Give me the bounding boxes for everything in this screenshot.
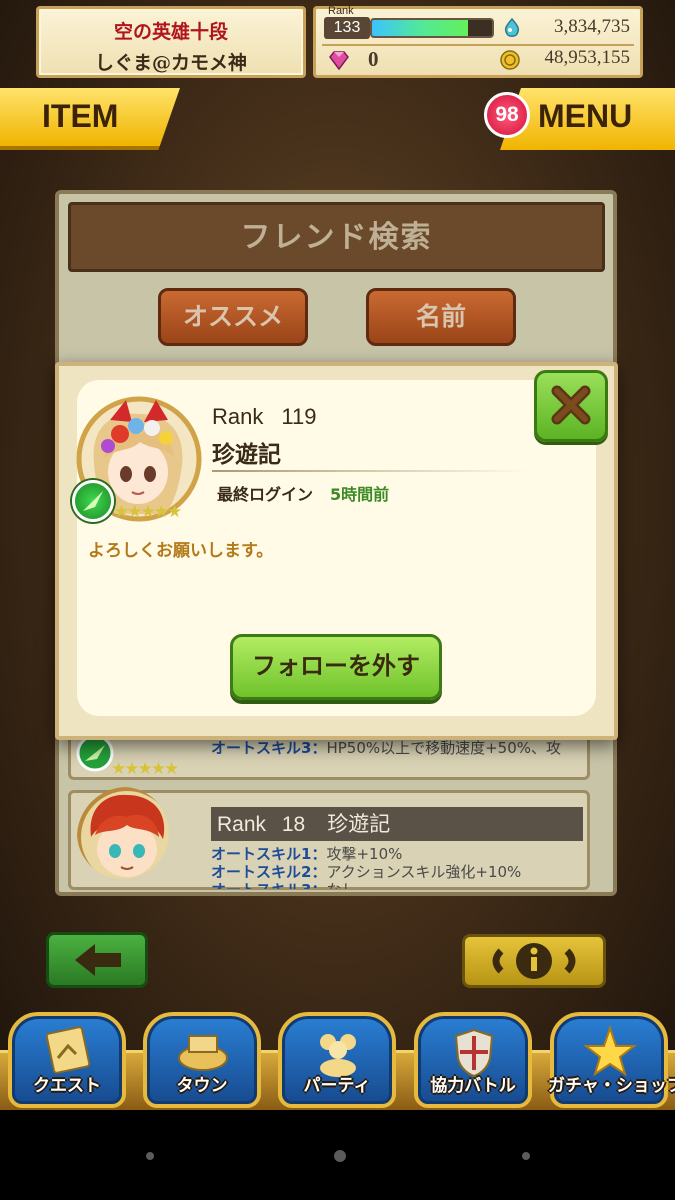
back-button[interactable] [46, 932, 148, 988]
auto-skill-3: オートスキル3：なし [211, 879, 356, 889]
status-panel: Rank 133 3,834,735 0 48,953,155 [313, 5, 643, 78]
unfollow-button[interactable]: フォローを外す [230, 634, 442, 700]
coin-icon [500, 50, 520, 70]
player-name: しぐま@カモメ神 [94, 52, 247, 74]
coin-value: 48,953,155 [544, 47, 631, 68]
nav-party-label: パーティ [303, 1076, 371, 1096]
last-login-value: 5時間前 [330, 485, 390, 504]
popup-divider [212, 470, 528, 472]
last-login-label: 最終ログイン [217, 485, 314, 504]
system-back-button[interactable] [146, 1152, 154, 1160]
friend-search-title: フレンド検索 [68, 202, 605, 272]
nav-coop-battle[interactable]: 協力バトル [414, 1012, 532, 1108]
item-button[interactable]: ITEM [0, 88, 180, 150]
tab-name-search[interactable]: 名前 [366, 288, 516, 346]
friend-rank: Rank 119 [212, 404, 317, 429]
exp-bar [370, 18, 494, 38]
friend-message: よろしくお願いします。 [88, 541, 274, 561]
exp-bar-fill [372, 20, 468, 36]
nav-party[interactable]: パーティ [278, 1012, 396, 1108]
stamina-value: 3,834,735 [554, 16, 630, 37]
nav-quest-label: クエスト [33, 1076, 101, 1096]
wind-attribute-icon [72, 480, 114, 522]
player-title-plate: 空の英雄十段 しぐま@カモメ神 [36, 6, 306, 78]
friend-rank-name-bar: Rank 18 珍遊記 [211, 807, 583, 841]
system-recents-button[interactable] [522, 1152, 530, 1160]
status-divider [322, 44, 634, 46]
nav-coop-battle-label: 協力バトル [430, 1076, 516, 1096]
rarity-stars: ★★★★★ [111, 759, 179, 779]
gem-icon [329, 51, 349, 71]
system-home-button[interactable] [334, 1150, 346, 1162]
auto-skill-3: オートスキル3：HP50%以上で移動速度+50%、攻 [211, 739, 562, 757]
tab-recommended[interactable]: オススメ [158, 288, 308, 346]
item-button-label: ITEM [42, 98, 119, 134]
player-rank: 133 [324, 17, 370, 39]
info-button[interactable] [462, 934, 606, 988]
close-icon [551, 385, 591, 425]
menu-notification-badge: 98 [484, 92, 530, 138]
nav-quest[interactable]: クエスト [8, 1012, 126, 1108]
close-button[interactable] [534, 370, 608, 442]
arrow-left-icon [75, 944, 121, 976]
nav-gacha-shop-label: ガチャ・ショップ [548, 1076, 675, 1096]
stamina-icon [504, 17, 520, 37]
rank-label: Rank [328, 5, 354, 17]
character-avatar [77, 787, 169, 879]
player-title: 空の英雄十段 [113, 21, 228, 43]
menu-button-label: MENU [538, 98, 633, 134]
nav-town[interactable]: タウン [143, 1012, 261, 1108]
nav-town-label: タウン [176, 1076, 228, 1096]
friend-list-item[interactable]: Rank 18 珍遊記 オートスキル1：攻撃+10% オートスキル2：アクションス… [68, 787, 590, 890]
friend-name: 珍遊記 [212, 442, 281, 468]
rarity-stars: ★★★★★ [114, 502, 182, 522]
info-icon [492, 943, 576, 979]
nav-gacha-shop[interactable]: ガチャ・ショップ [548, 1012, 675, 1108]
gem-value: 0 [368, 47, 379, 71]
